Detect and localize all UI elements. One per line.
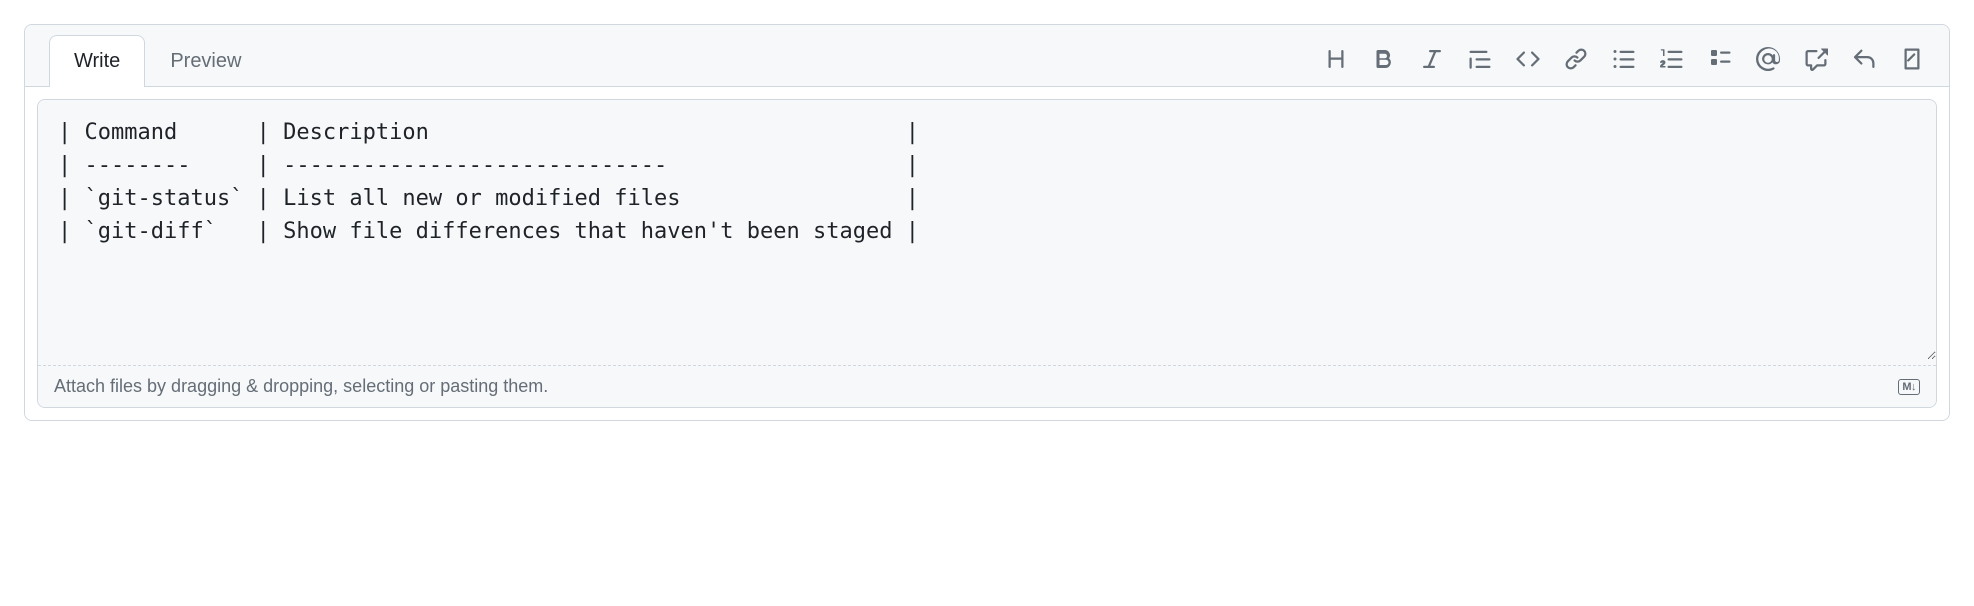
editor-body: Attach files by dragging & dropping, sel…	[25, 87, 1949, 420]
editor-header: Write Preview	[25, 25, 1949, 87]
comment-textarea[interactable]	[38, 100, 1936, 360]
attach-hint-text: Attach files by dragging & dropping, sel…	[54, 376, 548, 397]
attach-files-hint[interactable]: Attach files by dragging & dropping, sel…	[38, 365, 1936, 407]
code-icon[interactable]	[1515, 46, 1541, 72]
mention-icon[interactable]	[1755, 46, 1781, 72]
formatting-toolbar	[1323, 46, 1937, 86]
task-list-icon[interactable]	[1707, 46, 1733, 72]
cross-reference-icon[interactable]	[1803, 46, 1829, 72]
unordered-list-icon[interactable]	[1611, 46, 1637, 72]
quote-icon[interactable]	[1467, 46, 1493, 72]
reply-icon[interactable]	[1851, 46, 1877, 72]
tabs: Write Preview	[49, 35, 266, 87]
comment-editor: Write Preview	[24, 24, 1950, 421]
slash-commands-icon[interactable]	[1899, 46, 1925, 72]
tab-write[interactable]: Write	[49, 35, 145, 87]
link-icon[interactable]	[1563, 46, 1589, 72]
markdown-icon[interactable]: M↓	[1898, 379, 1920, 395]
heading-icon[interactable]	[1323, 46, 1349, 72]
tab-preview[interactable]: Preview	[145, 35, 266, 87]
ordered-list-icon[interactable]	[1659, 46, 1685, 72]
textarea-container: Attach files by dragging & dropping, sel…	[37, 99, 1937, 408]
bold-icon[interactable]	[1371, 46, 1397, 72]
italic-icon[interactable]	[1419, 46, 1445, 72]
